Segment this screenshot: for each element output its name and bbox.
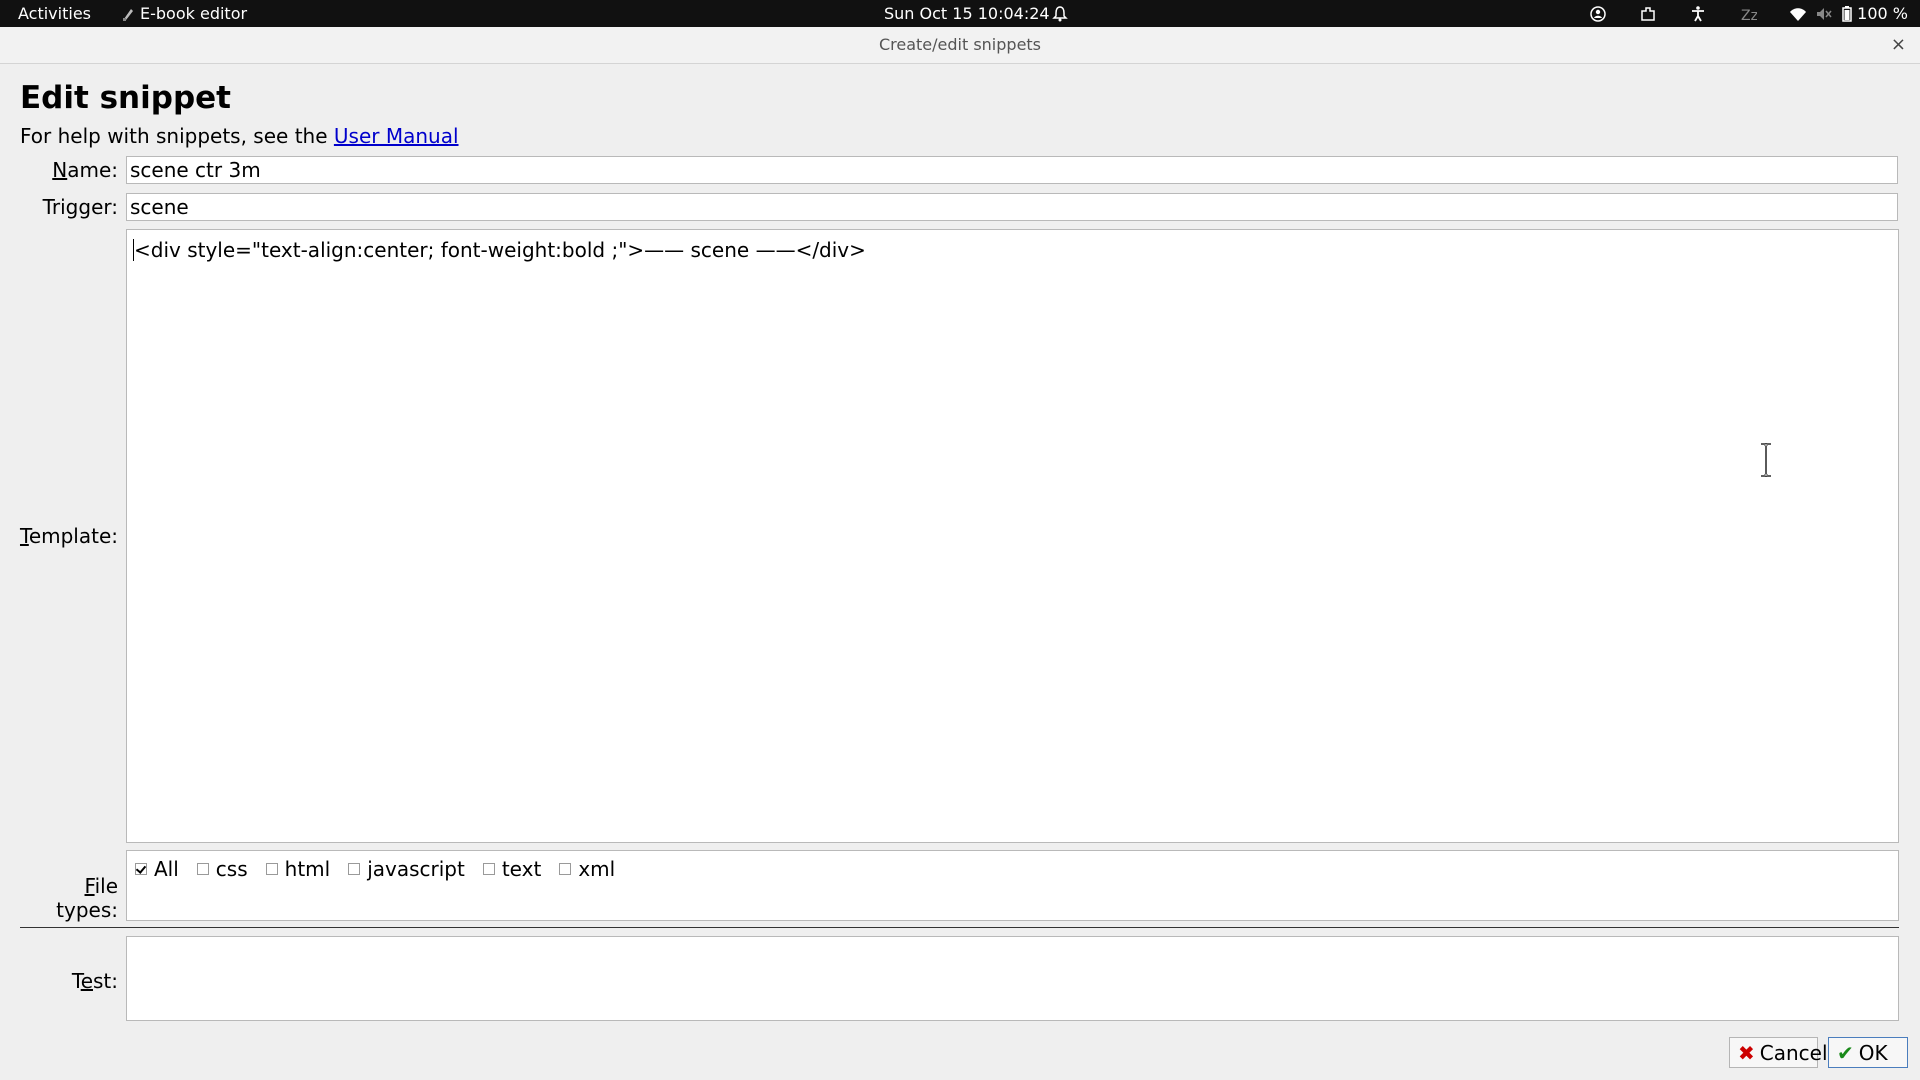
checkbox-label: All: [154, 857, 179, 881]
trigger-label: Trigger:: [42, 195, 118, 219]
filetype-all[interactable]: All: [135, 857, 179, 881]
separator: [20, 927, 1899, 928]
app-menu[interactable]: E-book editor: [122, 0, 247, 27]
file-types-row: All css html javascript text xml: [135, 857, 633, 881]
checkbox[interactable]: [482, 863, 495, 875]
dialog-title: Create/edit snippets: [878, 35, 1042, 54]
checkbox-label: css: [215, 857, 248, 881]
checkbox-label: xml: [578, 857, 616, 881]
checkmark-icon: ✔: [1837, 1040, 1854, 1065]
svg-text:Zz: Zz: [1741, 8, 1757, 23]
checkbox[interactable]: [559, 863, 572, 875]
dialog-title-bar: Create/edit snippets ×: [0, 27, 1920, 64]
battery-percentage: 100 %: [1857, 4, 1908, 23]
system-tray: Zz 100 %: [1557, 0, 1908, 27]
checkbox[interactable]: [265, 863, 278, 875]
template-text: <div style="text-align:center; font-weig…: [134, 238, 866, 262]
checkbox[interactable]: [135, 863, 147, 875]
template-label: Template:: [19, 524, 118, 548]
checkbox[interactable]: [196, 863, 209, 875]
system-top-bar: Activities E-book editor Sun Oct 15 10:0…: [0, 0, 1920, 27]
app-name: E-book editor: [140, 4, 248, 23]
ok-button[interactable]: ✔ OK: [1828, 1037, 1908, 1068]
bell-icon: [1052, 4, 1068, 22]
checkbox-label: text: [501, 857, 542, 881]
filetype-xml[interactable]: xml: [559, 857, 615, 881]
text-cursor-icon: [1761, 443, 1771, 477]
checkbox[interactable]: [348, 863, 361, 875]
filetype-text[interactable]: text: [482, 857, 542, 881]
page-title: Edit snippet: [20, 80, 231, 116]
user-manual-link[interactable]: User Manual: [334, 124, 459, 148]
volume-muted-icon[interactable]: [1815, 5, 1833, 23]
checkbox-label: html: [284, 857, 331, 881]
name-input[interactable]: scene ctr 3m: [126, 156, 1898, 184]
ebook-editor-icon: [123, 8, 133, 21]
name-label: Name:: [52, 158, 118, 182]
cancel-icon: ✖: [1738, 1040, 1755, 1065]
sleep-icon[interactable]: Zz: [1739, 5, 1757, 23]
user-icon[interactable]: [1589, 5, 1607, 23]
help-text: For help with snippets, see the User Man…: [20, 124, 459, 148]
cancel-button[interactable]: ✖ Cancel: [1729, 1037, 1828, 1068]
accessibility-icon[interactable]: [1689, 5, 1707, 23]
extensions-icon[interactable]: [1639, 5, 1657, 23]
file-types-list: All css html javascript text xml: [126, 850, 1899, 921]
wifi-icon[interactable]: [1789, 5, 1807, 23]
filetype-html[interactable]: html: [265, 857, 331, 881]
activities-button[interactable]: Activities: [18, 0, 91, 27]
battery-icon[interactable]: [1841, 5, 1853, 23]
template-editor[interactable]: <div style="text-align:center; font-weig…: [126, 229, 1899, 843]
test-label: Test:: [71, 969, 118, 993]
checkbox-label: javascript: [367, 857, 465, 881]
filetype-css[interactable]: css: [196, 857, 248, 881]
help-prefix: For help with snippets, see the: [20, 124, 334, 148]
trigger-input[interactable]: scene: [126, 193, 1898, 221]
file-types-label: File types:: [56, 874, 118, 922]
close-icon[interactable]: ×: [1891, 27, 1906, 63]
clock[interactable]: Sun Oct 15 10:04:24: [884, 0, 1050, 27]
test-input[interactable]: [126, 936, 1899, 1021]
filetype-javascript[interactable]: javascript: [348, 857, 465, 881]
